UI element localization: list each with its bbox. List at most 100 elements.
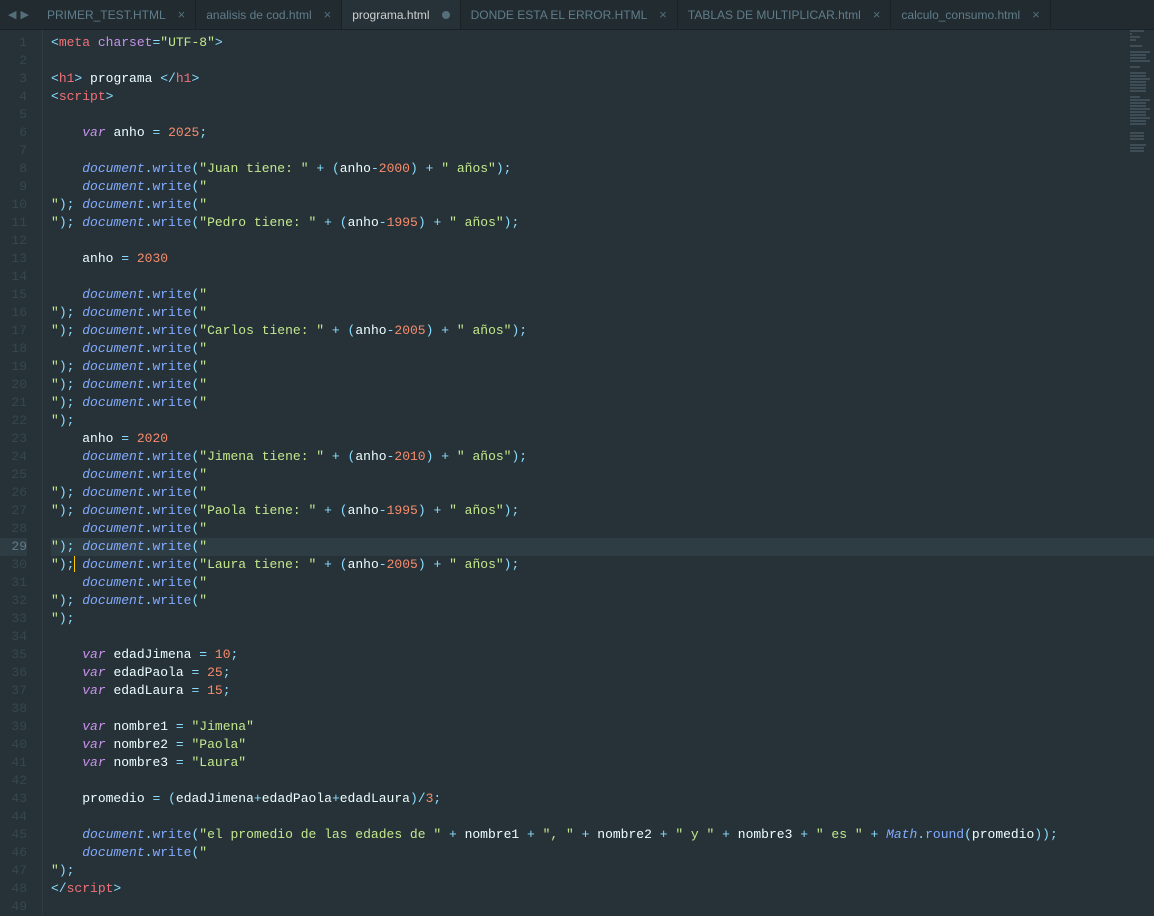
code-line[interactable]: document.write("Jimena tiene: " + (anho-… — [51, 448, 1154, 466]
code-area[interactable]: <meta charset="UTF-8"> <h1> programa </h… — [43, 30, 1154, 914]
code-line[interactable] — [51, 628, 1154, 646]
line-number: 43 — [0, 790, 27, 808]
code-line[interactable]: document.write(""); — [51, 340, 1154, 358]
code-line[interactable]: var nombre3 = "Laura" — [51, 754, 1154, 772]
code-line[interactable]: document.write(""); — [51, 304, 1154, 322]
tab-1[interactable]: analisis de cod.html× — [196, 0, 342, 29]
line-number: 22 — [0, 412, 27, 430]
editor-container: 1234567891011121314151617181920212223242… — [0, 30, 1154, 914]
code-line[interactable] — [51, 610, 1154, 628]
line-number: 13 — [0, 250, 27, 268]
code-line[interactable]: document.write("Juan tiene: " + (anho-20… — [51, 160, 1154, 178]
code-line[interactable]: <h1> programa </h1> — [51, 70, 1154, 88]
line-number: 8 — [0, 160, 27, 178]
code-line[interactable]: var edadPaola = 25; — [51, 664, 1154, 682]
tab-label: DONDE ESTA EL ERROR.HTML — [471, 8, 648, 22]
code-line[interactable]: document.write(""); — [51, 466, 1154, 484]
code-line[interactable] — [51, 142, 1154, 160]
code-line[interactable] — [51, 268, 1154, 286]
code-line[interactable]: document.write(""); — [51, 484, 1154, 502]
code-line[interactable] — [51, 700, 1154, 718]
code-line[interactable]: document.write(""); — [51, 592, 1154, 610]
tab-5[interactable]: calculo_consumo.html× — [891, 0, 1050, 29]
line-number: 27 — [0, 502, 27, 520]
code-line[interactable]: promedio = (edadJimena+edadPaola+edadLau… — [51, 790, 1154, 808]
line-number: 29 — [0, 538, 27, 556]
close-icon[interactable]: × — [324, 7, 332, 22]
code-line[interactable]: var nombre2 = "Paola" — [51, 736, 1154, 754]
code-line[interactable] — [51, 106, 1154, 124]
close-icon[interactable]: × — [873, 7, 881, 22]
line-number: 6 — [0, 124, 27, 142]
minimap[interactable] — [1128, 30, 1154, 150]
code-line[interactable]: anho = 2020 — [51, 430, 1154, 448]
code-line[interactable]: document.write(""); — [51, 844, 1154, 862]
code-line[interactable] — [51, 772, 1154, 790]
line-number: 30 — [0, 556, 27, 574]
line-number: 10 — [0, 196, 27, 214]
code-line[interactable] — [51, 862, 1154, 880]
line-number: 44 — [0, 808, 27, 826]
code-line[interactable]: document.write(""); — [51, 520, 1154, 538]
line-number: 5 — [0, 106, 27, 124]
close-icon[interactable]: × — [659, 7, 667, 22]
modified-dot-icon — [442, 11, 450, 19]
code-line[interactable] — [51, 412, 1154, 430]
code-line[interactable] — [51, 232, 1154, 250]
code-line[interactable]: <meta charset="UTF-8"> — [51, 34, 1154, 52]
line-number: 46 — [0, 844, 27, 862]
line-number: 37 — [0, 682, 27, 700]
tab-3[interactable]: DONDE ESTA EL ERROR.HTML × — [461, 0, 678, 29]
line-number: 23 — [0, 430, 27, 448]
line-number: 41 — [0, 754, 27, 772]
line-number: 3 — [0, 70, 27, 88]
line-number-gutter: 1234567891011121314151617181920212223242… — [0, 30, 43, 914]
code-line[interactable] — [51, 808, 1154, 826]
line-number: 25 — [0, 466, 27, 484]
code-line[interactable]: document.write("Laura tiene: " + (anho-2… — [51, 556, 1154, 574]
code-line[interactable]: document.write("el promedio de las edade… — [51, 826, 1154, 844]
line-number: 31 — [0, 574, 27, 592]
line-number: 1 — [0, 34, 27, 52]
code-line[interactable] — [51, 898, 1154, 916]
code-line[interactable]: document.write("Paola tiene: " + (anho-1… — [51, 502, 1154, 520]
line-number: 26 — [0, 484, 27, 502]
code-line[interactable]: document.write(""); — [51, 178, 1154, 196]
code-line[interactable]: var nombre1 = "Jimena" — [51, 718, 1154, 736]
close-icon[interactable]: × — [178, 7, 186, 22]
code-line[interactable]: document.write(""); — [51, 358, 1154, 376]
line-number: 18 — [0, 340, 27, 358]
line-number: 36 — [0, 664, 27, 682]
line-number: 11 — [0, 214, 27, 232]
code-line[interactable]: document.write("Carlos tiene: " + (anho-… — [51, 322, 1154, 340]
code-line[interactable]: document.write(""); — [51, 394, 1154, 412]
line-number: 45 — [0, 826, 27, 844]
line-number: 35 — [0, 646, 27, 664]
code-line[interactable] — [51, 52, 1154, 70]
line-number: 32 — [0, 592, 27, 610]
arrow-right-icon[interactable]: ▶ — [20, 8, 28, 22]
code-line[interactable]: <script> — [51, 88, 1154, 106]
tab-4[interactable]: TABLAS DE MULTIPLICAR.html× — [678, 0, 892, 29]
code-line[interactable]: var edadLaura = 15; — [51, 682, 1154, 700]
code-line[interactable]: document.write(""); — [51, 538, 1154, 556]
code-line[interactable]: document.write(""); — [51, 574, 1154, 592]
arrow-left-icon[interactable]: ◀ — [8, 8, 16, 22]
code-line[interactable]: document.write(""); — [51, 196, 1154, 214]
tab-0[interactable]: PRIMER_TEST.HTML× — [37, 0, 196, 29]
code-line[interactable]: </script> — [51, 880, 1154, 898]
code-line[interactable]: document.write(""); — [51, 286, 1154, 304]
tab-2[interactable]: programa.html — [342, 0, 460, 29]
line-number: 33 — [0, 610, 27, 628]
code-line[interactable]: var anho = 2025; — [51, 124, 1154, 142]
line-number: 16 — [0, 304, 27, 322]
line-number: 2 — [0, 52, 27, 70]
line-number: 34 — [0, 628, 27, 646]
code-line[interactable]: var edadJimena = 10; — [51, 646, 1154, 664]
close-icon[interactable]: × — [1032, 7, 1040, 22]
code-line[interactable]: anho = 2030 — [51, 250, 1154, 268]
line-number: 42 — [0, 772, 27, 790]
line-number: 9 — [0, 178, 27, 196]
code-line[interactable]: document.write(""); — [51, 376, 1154, 394]
code-line[interactable]: document.write("Pedro tiene: " + (anho-1… — [51, 214, 1154, 232]
